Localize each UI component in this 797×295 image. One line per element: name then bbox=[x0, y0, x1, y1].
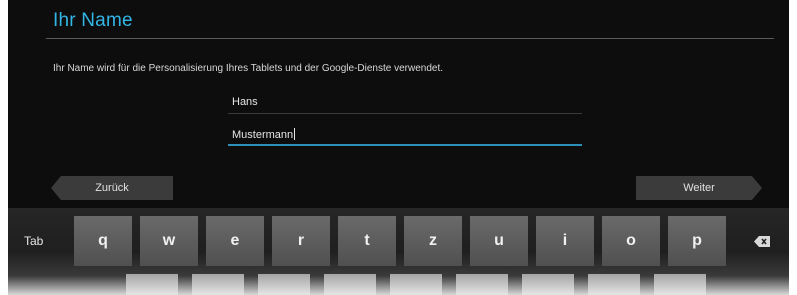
key-row2-d[interactable] bbox=[258, 274, 310, 295]
key-row2-g[interactable] bbox=[390, 274, 442, 295]
key-e[interactable]: e bbox=[206, 216, 264, 266]
key-p[interactable]: p bbox=[668, 216, 726, 266]
key-o[interactable]: o bbox=[602, 216, 660, 266]
backspace-key[interactable] bbox=[735, 216, 789, 266]
key-row2-k[interactable] bbox=[588, 274, 640, 295]
title-divider bbox=[46, 38, 774, 39]
description-text: Ihr Name wird für die Personalisierung I… bbox=[53, 63, 444, 74]
last-name-value: Mustermann bbox=[232, 129, 294, 141]
page-title: Ihr Name bbox=[53, 10, 133, 31]
back-button[interactable]: Zurück bbox=[51, 176, 173, 200]
key-row2-j[interactable] bbox=[522, 274, 574, 295]
key-u[interactable]: u bbox=[470, 216, 528, 266]
key-i[interactable]: i bbox=[536, 216, 594, 266]
key-r[interactable]: r bbox=[272, 216, 330, 266]
key-row2-f[interactable] bbox=[324, 274, 376, 295]
key-z[interactable]: z bbox=[404, 216, 462, 266]
key-q[interactable]: q bbox=[74, 216, 132, 266]
key-row2-h[interactable] bbox=[456, 274, 508, 295]
key-t[interactable]: t bbox=[338, 216, 396, 266]
key-row2-a[interactable] bbox=[126, 274, 178, 295]
on-screen-keyboard: Tab q w e r t z u i o p bbox=[8, 208, 789, 295]
key-row2-s[interactable] bbox=[192, 274, 244, 295]
backspace-icon bbox=[754, 236, 770, 247]
first-name-value: Hans bbox=[232, 96, 258, 108]
last-name-underline bbox=[228, 144, 582, 146]
setup-screen: Ihr Name Ihr Name wird für die Personali… bbox=[8, 0, 789, 295]
tab-key[interactable]: Tab bbox=[8, 216, 82, 266]
last-name-field[interactable]: Mustermann bbox=[228, 124, 582, 146]
next-button[interactable]: Weiter bbox=[636, 176, 762, 200]
first-name-underline bbox=[228, 113, 582, 114]
key-w[interactable]: w bbox=[140, 216, 198, 266]
key-row2-l[interactable] bbox=[654, 274, 706, 295]
first-name-field[interactable]: Hans bbox=[228, 92, 582, 114]
